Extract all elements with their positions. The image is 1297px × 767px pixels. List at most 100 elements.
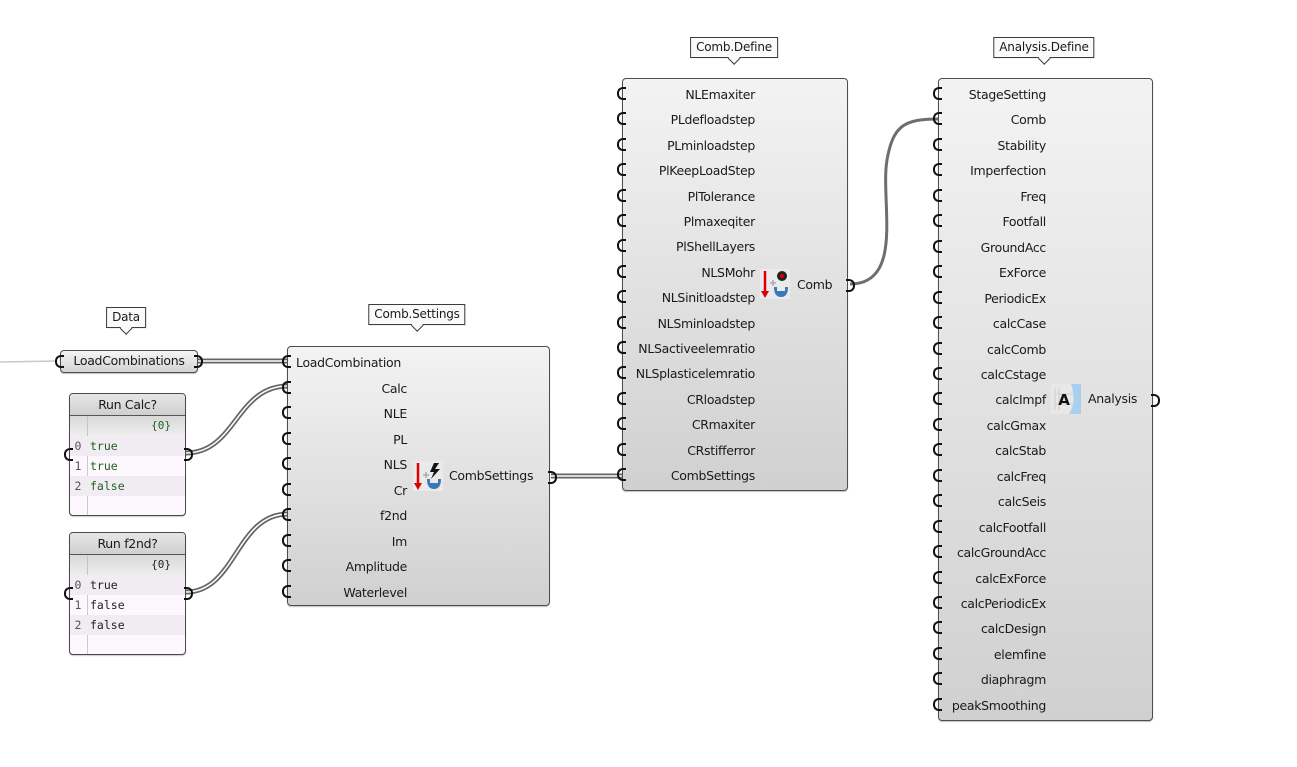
input-grip-nlsmohr[interactable]: [617, 264, 626, 278]
input-label: calcFreq: [996, 468, 1047, 484]
input-cr: Cr: [288, 478, 408, 503]
input-grip-elemfine[interactable]: [933, 646, 942, 660]
panel-row: 2 false: [70, 476, 185, 496]
input-label: PeriodicEx: [984, 290, 1046, 306]
comb-settings-component[interactable]: LoadCombination Calc NLE PL NLS Cr f2nd Im Ampli…: [287, 346, 550, 606]
analysis-define-output-grip[interactable]: [1151, 394, 1160, 407]
input-waterlevel: Waterlevel: [288, 580, 407, 605]
panel-row: 2 false: [70, 615, 185, 635]
analysis-define-component[interactable]: StageSetting Comb Stability Imperfection Fre…: [938, 78, 1153, 721]
input-nlsactiveelemratio: NLSactiveelemratio: [623, 336, 755, 361]
input-grip-pltolerance[interactable]: [617, 188, 626, 202]
input-calcdesign: calcDesign: [939, 616, 1046, 641]
row-value: true: [90, 439, 118, 453]
input-grip-f2nd[interactable]: [282, 508, 291, 521]
input-grip-stagesetting[interactable]: [933, 87, 942, 100]
input-grip-calcdesign[interactable]: [933, 621, 942, 635]
input-grip-pl[interactable]: [282, 431, 291, 445]
input-label: diaphragm: [980, 672, 1046, 688]
comb-define-output-grip[interactable]: [846, 279, 855, 292]
input-grip-cr[interactable]: [282, 482, 291, 496]
input-grip-crmaxiter[interactable]: [617, 417, 626, 431]
input-grip-periodicex[interactable]: [933, 290, 942, 304]
load-combinations-output-grip[interactable]: [194, 355, 203, 368]
input-grip-plmaxeqiter[interactable]: [617, 214, 626, 227]
input-grip-calcfootfall[interactable]: [933, 519, 942, 533]
input-label: Amplitude: [345, 559, 408, 574]
input-label: f2nd: [379, 508, 407, 523]
panel-path-label: {0}: [151, 558, 171, 571]
input-grip-calccstage[interactable]: [933, 366, 942, 380]
load-combinations-input-grip[interactable]: [55, 355, 64, 368]
input-grip-stability[interactable]: [933, 137, 942, 151]
input-grip-nlsactiveelemratio[interactable]: [617, 341, 626, 354]
row-value: false: [90, 598, 125, 612]
input-calcfreq: calcFreq: [939, 464, 1047, 489]
input-grip-crloadstep[interactable]: [617, 391, 626, 405]
input-nlsminloadstep: NLSminloadstep: [623, 311, 756, 336]
input-grip-calcstab[interactable]: [933, 443, 942, 457]
input-grip-exforce[interactable]: [933, 265, 942, 279]
run-calc-panel[interactable]: Run Calc? {0} 0 true 1 true 2 false: [69, 393, 186, 516]
input-grip-diaphragm[interactable]: [933, 672, 942, 686]
run-calc-input-grip[interactable]: [64, 448, 73, 461]
load-combinations-label: LoadCombinations: [73, 353, 185, 368]
run-f2nd-output-grip[interactable]: [184, 587, 193, 600]
input-groundacc: GroundAcc: [939, 235, 1047, 260]
input-label: calcCase: [992, 316, 1046, 332]
input-grip-calccomb[interactable]: [933, 341, 942, 355]
input-grip-nlsminloadstep[interactable]: [617, 315, 626, 329]
comb-settings-output-label: CombSettings: [449, 468, 534, 483]
input-grip-calcseis[interactable]: [933, 494, 942, 508]
input-label: calcFootfall: [978, 519, 1047, 535]
input-grip-calcperiodicex[interactable]: [933, 596, 942, 609]
input-grip-nlsinitloadstep[interactable]: [617, 290, 626, 304]
input-grip-amplitude[interactable]: [282, 559, 291, 572]
input-grip-loadcombination[interactable]: [282, 355, 291, 368]
input-grip-calcexforce[interactable]: [933, 570, 942, 584]
input-grip-nlsplasticelemratio[interactable]: [617, 366, 626, 380]
input-grip-plminloadstep[interactable]: [617, 137, 626, 151]
input-grip-calcgmax[interactable]: [933, 417, 942, 431]
input-pldefloadstep: PLdefloadstep: [623, 107, 756, 132]
input-grip-pldefloadstep[interactable]: [617, 112, 626, 126]
input-grip-waterlevel[interactable]: [282, 584, 291, 598]
input-grip-nle[interactable]: [282, 406, 291, 419]
input-grip-groundacc[interactable]: [933, 239, 942, 253]
comb-settings-output-grip[interactable]: [548, 471, 557, 484]
input-grip-nls[interactable]: [282, 457, 291, 470]
input-amplitude: Amplitude: [288, 554, 408, 579]
input-grip-comb[interactable]: [933, 112, 942, 126]
comb-settings-tag: Comb.Settings: [368, 304, 466, 325]
input-exforce: ExForce: [939, 260, 1046, 285]
input-grip-plkeeploadstep[interactable]: [617, 163, 626, 177]
wire-run-calc-to-calc: [185, 383, 289, 456]
input-grip-combsettings[interactable]: [617, 468, 626, 481]
input-footfall: Footfall: [939, 209, 1046, 234]
input-grip-plshelllayers[interactable]: [617, 239, 626, 253]
input-grip-peaksmoothing[interactable]: [933, 697, 942, 711]
input-nls: NLS: [288, 452, 408, 477]
panel-path: {0}: [70, 416, 185, 436]
input-freq: Freq: [939, 184, 1046, 209]
input-grip-footfall[interactable]: [933, 214, 942, 228]
input-grip-crstifferror[interactable]: [617, 442, 626, 456]
comb-define-component[interactable]: NLEmaxiter PLdefloadstep PLminloadstep PlKe…: [622, 78, 848, 491]
input-grip-calcgroundacc[interactable]: [933, 545, 942, 559]
input-label: StageSetting: [968, 87, 1047, 102]
input-grip-nlemaxiter[interactable]: [617, 87, 626, 100]
run-f2nd-panel[interactable]: Run f2nd? {0} 0 true 1 false 2 false: [69, 532, 186, 655]
input-grip-im[interactable]: [282, 533, 291, 547]
input-label: calcDesign: [980, 621, 1046, 637]
run-f2nd-input-grip[interactable]: [64, 587, 73, 600]
input-grip-imperfection[interactable]: [933, 163, 942, 177]
input-label: ExForce: [998, 265, 1046, 281]
input-grip-calcfreq[interactable]: [933, 468, 942, 482]
load-combinations-param[interactable]: LoadCombinations: [60, 350, 198, 373]
input-grip-calc[interactable]: [282, 380, 291, 394]
run-calc-output-grip[interactable]: [184, 448, 193, 461]
input-grip-freq[interactable]: [933, 188, 942, 202]
input-grip-calcimpf[interactable]: [933, 392, 942, 406]
input-label: NLSinitloadstep: [661, 290, 756, 306]
input-grip-calccase[interactable]: [933, 316, 942, 330]
